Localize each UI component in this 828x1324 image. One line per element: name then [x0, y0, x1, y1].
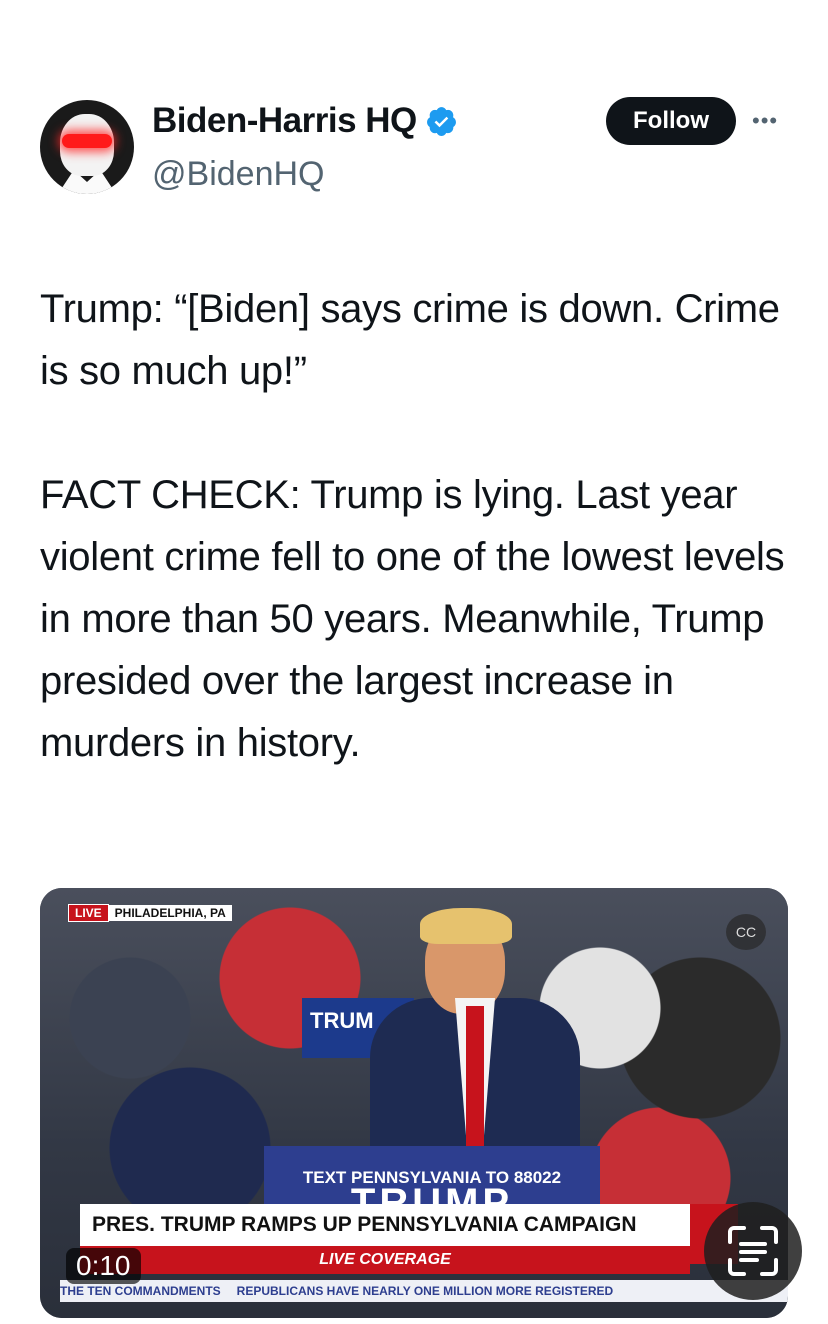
account-name-row: Biden-Harris HQ	[152, 101, 458, 141]
scan-text-icon[interactable]	[704, 1202, 802, 1300]
verified-badge-icon	[426, 106, 456, 136]
ticker-item: REPUBLICANS HAVE NEARLY ONE MILLION MORE…	[236, 1284, 614, 1298]
avatar-laser-eyes	[62, 134, 112, 148]
news-chyron: PRES. TRUMP RAMPS UP PENNSYLVANIA CAMPAI…	[80, 1204, 690, 1246]
tweet-text: Trump: “[Biden] says crime is down. Crim…	[40, 278, 800, 774]
closed-captions-icon[interactable]: CC	[726, 914, 766, 950]
speaker-tie	[466, 1006, 484, 1156]
more-horizontal-icon[interactable]: •••	[752, 108, 778, 134]
live-badge: LIVE	[68, 904, 109, 922]
chyron-subtitle: LIVE COVERAGE	[80, 1246, 690, 1274]
ticker-item: THE TEN COMMANDMENTS	[60, 1284, 221, 1298]
location-label: PHILADELPHIA, PA	[108, 905, 232, 921]
video-player[interactable]: TRUM TEXT PENNSYLVANIA TO 88022 TRUMP LI…	[40, 888, 788, 1318]
account-name[interactable]: Biden-Harris HQ	[152, 101, 417, 141]
avatar[interactable]	[40, 100, 134, 194]
tweet-paragraph-2: FACT CHECK: Trump is lying. Last year vi…	[40, 473, 785, 765]
account-handle[interactable]: @BidenHQ	[152, 155, 324, 194]
tweet-paragraph-1: Trump: “[Biden] says crime is down. Crim…	[40, 287, 780, 393]
news-ticker: THE TEN COMMANDMENTS REPUBLICANS HAVE NE…	[60, 1280, 788, 1302]
follow-button[interactable]: Follow	[606, 97, 736, 145]
scan-text-glyph	[728, 1226, 778, 1276]
live-location-tag: LIVE PHILADELPHIA, PA	[68, 904, 232, 922]
video-timestamp: 0:10	[66, 1248, 141, 1284]
speaker-hair	[420, 908, 512, 944]
